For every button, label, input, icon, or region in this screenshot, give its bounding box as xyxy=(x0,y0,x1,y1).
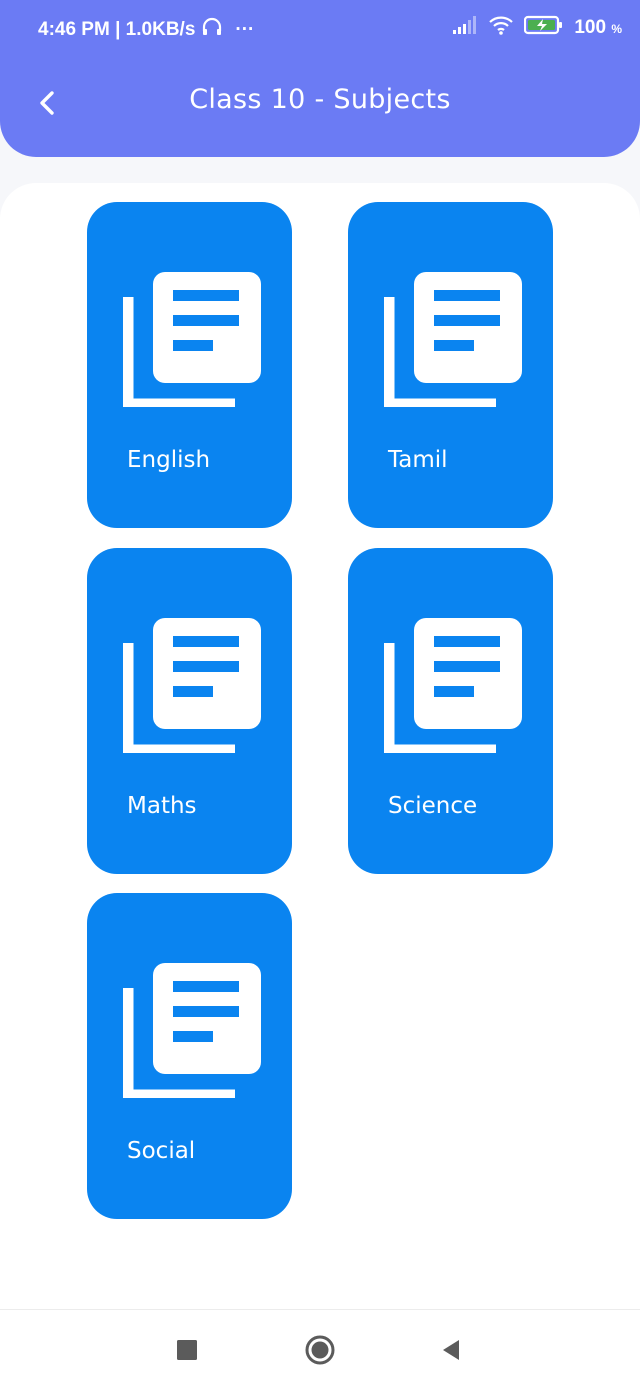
battery-unit: % xyxy=(611,22,622,36)
subject-tile-maths[interactable]: Maths xyxy=(87,548,292,874)
library-books-icon xyxy=(384,272,522,407)
status-time-speed: 4:46 PM | 1.0KB/s xyxy=(38,19,196,40)
subjects-grid: English Tamil Maths Science Social xyxy=(0,183,640,1309)
battery-percent: 100 % xyxy=(574,17,622,39)
recents-button[interactable] xyxy=(169,1332,205,1368)
page-title: Class 10 - Subjects xyxy=(189,84,451,115)
subject-tile-science[interactable]: Science xyxy=(348,548,553,874)
system-nav-bar xyxy=(0,1309,640,1387)
battery-value: 100 xyxy=(574,17,607,38)
status-bar: 4:46 PM | 1.0KB/s ··· 100 % xyxy=(0,0,640,60)
library-books-icon xyxy=(123,618,261,753)
nav-back-button[interactable] xyxy=(433,1332,469,1368)
subject-label: Maths xyxy=(127,793,197,819)
subject-label: Tamil xyxy=(388,447,448,473)
subject-tile-english[interactable]: English xyxy=(87,202,292,528)
subject-label: Social xyxy=(127,1138,196,1164)
subject-tile-social[interactable]: Social xyxy=(87,893,292,1219)
square-icon xyxy=(177,1340,197,1360)
battery-charging-icon xyxy=(524,15,564,41)
app-header: 4:46 PM | 1.0KB/s ··· 100 % Class 10 - S… xyxy=(0,0,640,157)
wifi-icon xyxy=(488,15,514,41)
status-right: 100 % xyxy=(452,15,622,41)
more-notifications-icon: ··· xyxy=(235,19,255,40)
signal-icon xyxy=(452,15,478,41)
library-books-icon xyxy=(384,618,522,753)
subject-label: English xyxy=(127,447,211,473)
status-left: 4:46 PM | 1.0KB/s ··· xyxy=(38,17,254,43)
triangle-back-icon xyxy=(443,1340,459,1360)
subject-tile-tamil[interactable]: Tamil xyxy=(348,202,553,528)
subject-label: Science xyxy=(388,793,478,819)
headphones-icon xyxy=(201,17,223,43)
library-books-icon xyxy=(123,272,261,407)
home-button[interactable] xyxy=(302,1332,338,1368)
circle-icon xyxy=(305,1335,335,1365)
library-books-icon xyxy=(123,963,261,1098)
